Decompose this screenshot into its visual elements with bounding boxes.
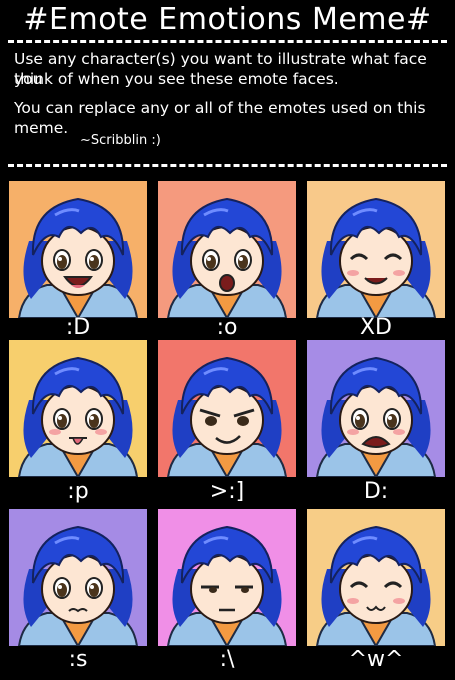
- character-illustration: [158, 509, 296, 646]
- emote-caption: >:]: [209, 479, 245, 504]
- emote-caption: D:: [363, 479, 389, 504]
- emote-panel-6: [307, 340, 445, 477]
- emote-panel-8: [158, 509, 296, 646]
- emote-caption: :D: [65, 315, 91, 340]
- emote-panel-9: [307, 509, 445, 646]
- emote-panel-7: [9, 509, 147, 646]
- character-illustration: [158, 181, 296, 318]
- character-illustration: [9, 509, 147, 646]
- emote-panel-1: [9, 181, 147, 318]
- emote-caption: :s: [68, 647, 88, 672]
- character-illustration: [9, 181, 147, 318]
- intro-line-2: think of when you see these emote faces.: [14, 70, 339, 88]
- intro-line-3: You can replace any or all of the emotes…: [14, 99, 426, 117]
- emote-panel-5: [158, 340, 296, 477]
- intro-line-4: meme.: [14, 119, 69, 137]
- bottom-divider: [8, 164, 447, 167]
- character-illustration: [9, 340, 147, 477]
- emote-panel-4: [9, 340, 147, 477]
- emote-caption: :p: [67, 479, 89, 504]
- emote-caption: ^w^: [348, 647, 404, 672]
- emote-panel-2: [158, 181, 296, 318]
- top-divider: [8, 40, 447, 43]
- emote-caption: :\: [219, 647, 235, 672]
- character-illustration: [307, 509, 445, 646]
- character-illustration: [158, 340, 296, 477]
- signature: ~Scribblin :): [80, 133, 161, 148]
- character-illustration: [307, 181, 445, 318]
- page-title: #Emote Emotions Meme#: [23, 2, 432, 37]
- emote-panel-3: [307, 181, 445, 318]
- emote-caption: :o: [216, 315, 238, 340]
- character-illustration: [307, 340, 445, 477]
- emote-caption: XD: [359, 315, 392, 340]
